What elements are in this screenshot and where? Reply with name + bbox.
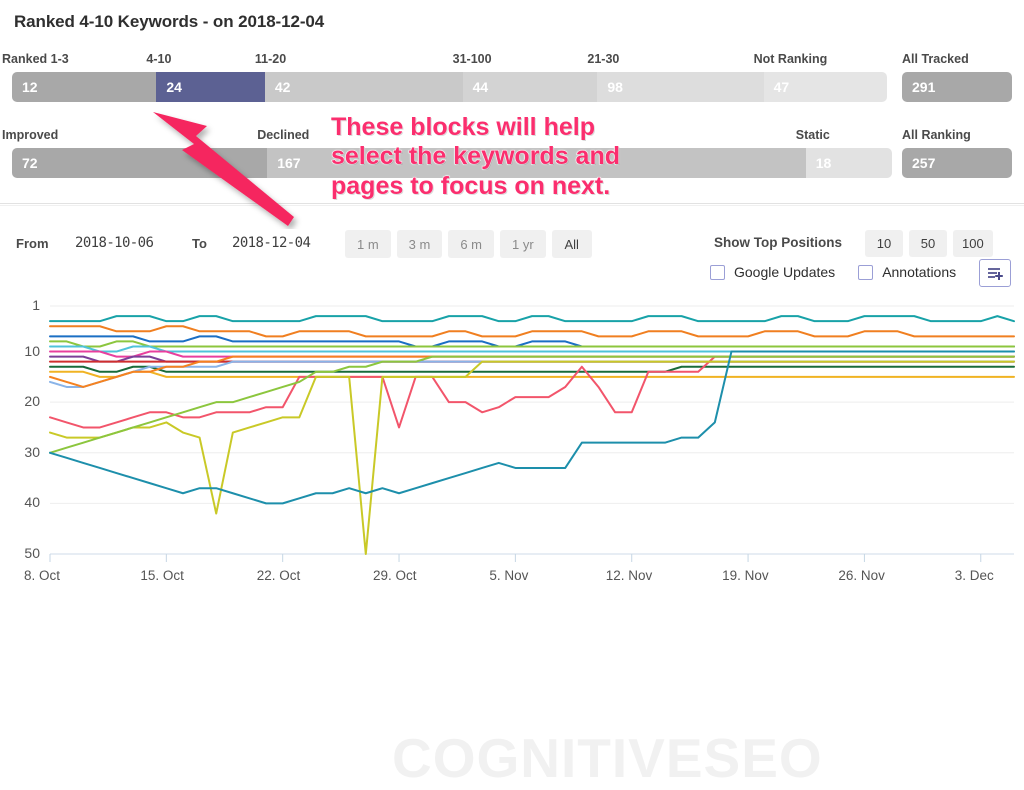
block-total-label-all-ranking: All Ranking [902, 128, 971, 142]
chart-x-tick-29-oct: 29. Oct [373, 568, 417, 583]
period-button-6m[interactable]: 6 m [448, 230, 495, 258]
annotations-checkbox[interactable] [858, 264, 874, 280]
chart-canvas [49, 305, 1015, 562]
chart-x-tick-19-nov: 19. Nov [722, 568, 769, 583]
chart-y-tick-10: 10 [24, 342, 40, 359]
date-to-label: To [192, 236, 207, 251]
block-label-static: Static [795, 128, 830, 142]
block-label-not-ranking: Not Ranking [753, 52, 828, 66]
block-total-all-ranking[interactable]: 257 [902, 148, 1012, 178]
chart-x-tick-26-nov: 26. Nov [838, 568, 885, 583]
top-positions-button-100[interactable]: 100 [953, 230, 993, 257]
ranked-blocks-labels: Ranked 1-3 4-10 11-20 31-100 21-30 Not Rankin… [0, 52, 1024, 72]
block-segment-declined[interactable]: 167 [267, 148, 806, 178]
chart-y-tick-1: 1 [32, 297, 40, 313]
all-tracked-block[interactable]: 291 [902, 72, 1012, 102]
date-to-input[interactable]: 2018-12-04 [232, 235, 311, 251]
block-segment-static[interactable]: 18 [805, 148, 892, 178]
block-segment-21-30[interactable]: 98 [597, 72, 764, 102]
top-positions-button-group: 10 50 100 [865, 230, 993, 257]
chart-toggle-row: Google Updates Annotations [710, 264, 970, 280]
chart-series-keyword-tealdark [49, 350, 1015, 505]
block-segment-ranked-1-3[interactable]: 12 [12, 72, 157, 102]
period-button-3m[interactable]: 3 m [396, 230, 443, 258]
all-ranking-block[interactable]: 257 [902, 148, 1012, 178]
chart-controls: From 2018-10-06 To 2018-12-04 1 m3 m6 m1… [0, 226, 1024, 296]
chart-x-tick-8-oct: 8. Oct [24, 568, 61, 583]
block-label-31-100: 31-100 [452, 52, 492, 66]
chart-series-keyword-lightblue [49, 360, 1015, 388]
add-annotation-icon[interactable] [979, 259, 1011, 287]
panel-divider [0, 203, 1024, 204]
change-blocks-labels: Improved Declined Static All Ranking [0, 128, 1024, 148]
block-segment-31-100[interactable]: 44 [462, 72, 598, 102]
block-segment-11-20[interactable]: 42 [264, 72, 463, 102]
chart-x-tick-22-oct: 22. Oct [256, 568, 301, 583]
period-button-1m[interactable]: 1 m [345, 230, 391, 258]
show-top-positions-label: Show Top Positions [714, 235, 842, 250]
block-label-11-20: 11-20 [254, 52, 287, 66]
block-label-21-30: 21-30 [587, 52, 620, 66]
ranked-blocks-bar: 12 24 42 44 98 47 [12, 72, 887, 102]
google-updates-label: Google Updates [734, 264, 836, 280]
rank-trend-chart[interactable]: COGNITIVESEO 1 10 20 30 40 50 8. Oct 15. Oct 22… [0, 296, 1024, 789]
chart-y-tick-30: 30 [24, 443, 40, 460]
chart-series-keyword-olive [49, 360, 1015, 555]
period-button-all[interactable]: All [551, 230, 592, 258]
change-blocks-bar: 72 167 18 [12, 148, 892, 178]
chart-series-keyword-teal [49, 315, 1015, 323]
panel-divider-secondary [0, 205, 1024, 206]
page-title: Ranked 4-10 Keywords - on 2018-12-04 [14, 12, 325, 31]
cognitiveseo-watermark: COGNITIVESEO [392, 727, 823, 789]
block-segment-4-10[interactable]: 24 [156, 72, 265, 102]
chart-series-keyword-blue [49, 335, 1015, 348]
block-label-declined: Declined [257, 128, 310, 142]
summary-blocks-panel: Ranked 1-3 4-10 11-20 31-100 21-30 Not Rankin… [0, 52, 1024, 198]
chart-y-tick-50: 50 [24, 545, 40, 561]
annotations-label: Annotations [882, 264, 957, 280]
block-label-ranked-1-3: Ranked 1-3 [2, 52, 69, 66]
chart-x-tick-5-nov: 5. Nov [489, 568, 529, 583]
chart-series-keyword-orange [49, 325, 1015, 338]
chart-x-tick-15-oct: 15. Oct [140, 568, 184, 583]
chart-x-tick-12-nov: 12. Nov [605, 568, 653, 583]
top-positions-button-10[interactable]: 10 [865, 230, 903, 257]
top-positions-button-50[interactable]: 50 [909, 230, 947, 257]
period-button-1yr[interactable]: 1 yr [500, 230, 546, 258]
chart-y-tick-20: 20 [24, 393, 40, 410]
block-segment-improved[interactable]: 72 [12, 148, 268, 178]
block-total-all-tracked[interactable]: 291 [902, 72, 1012, 102]
period-button-group: 1 m3 m6 m1 yr All [345, 230, 592, 258]
block-segment-not-ranking[interactable]: 47 [763, 72, 887, 102]
block-label-4-10: 4-10 [146, 52, 172, 66]
google-updates-checkbox[interactable] [710, 264, 725, 280]
date-from-input[interactable]: 2018-10-06 [75, 235, 154, 251]
date-from-label: From [16, 236, 49, 251]
keyword-ranking-dashboard: Ranked 4-10 Keywords - on 2018-12-04 Ran… [0, 0, 1024, 789]
chart-y-tick-40: 40 [24, 494, 40, 511]
chart-x-tick-3-dec: 3. Dec [954, 568, 994, 583]
block-label-improved: Improved [2, 128, 59, 142]
block-total-label-all-tracked: All Tracked [902, 52, 969, 66]
